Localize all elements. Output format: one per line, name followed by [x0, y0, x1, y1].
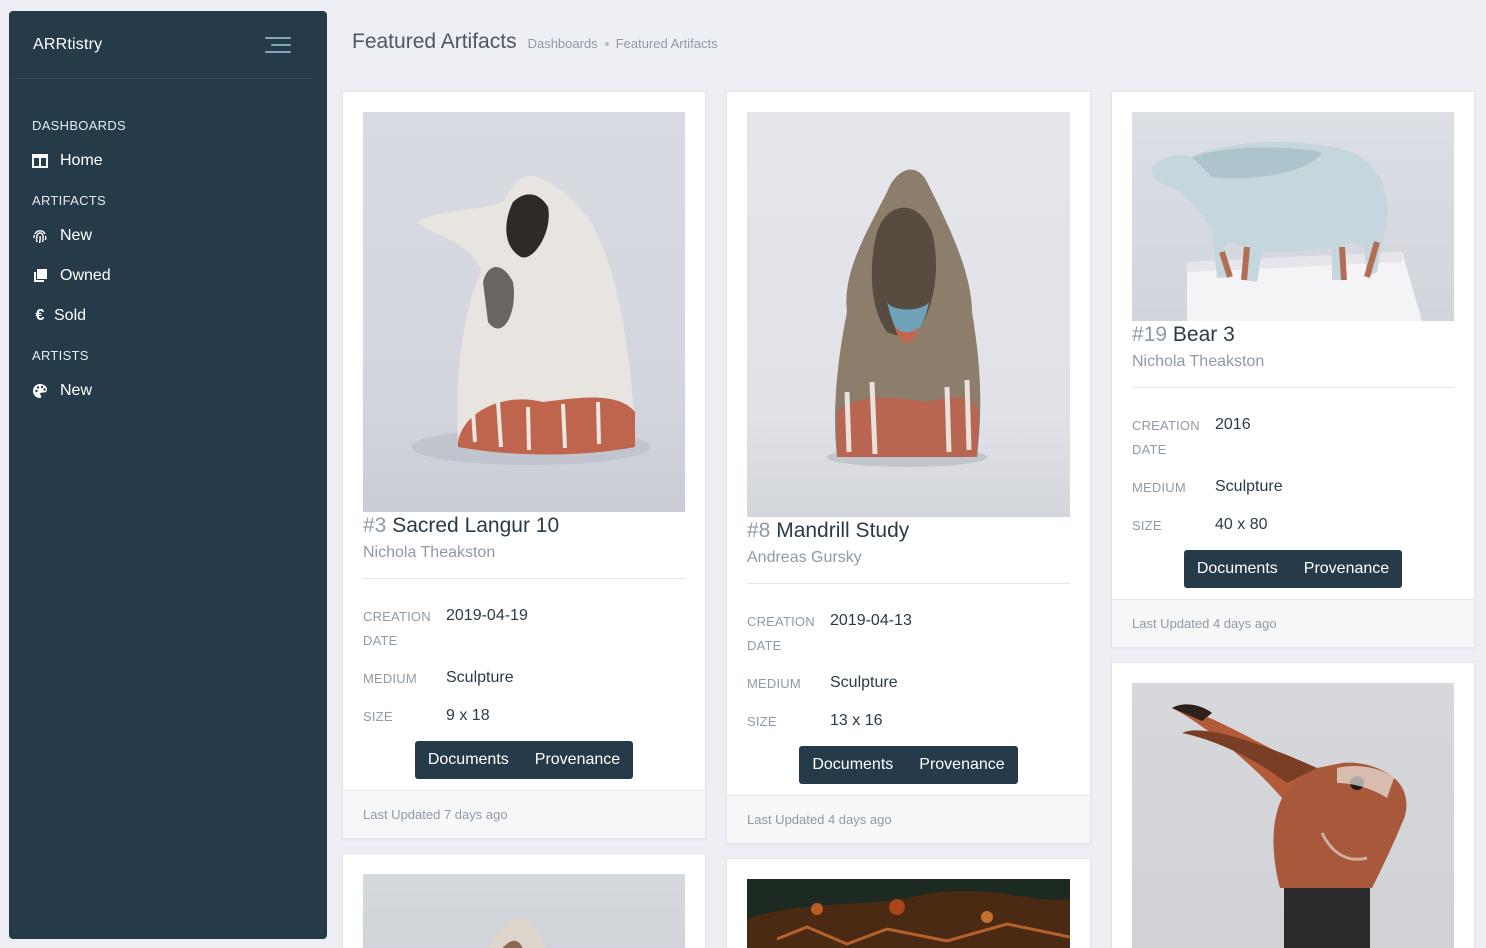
sidebar-item-label: Home	[60, 152, 103, 169]
prop-creation-date: CREATION DATE 2019-04-19	[363, 605, 685, 653]
artifact-number: #19	[1132, 323, 1168, 346]
artifact-image[interactable]	[1132, 112, 1454, 321]
prop-value: 2019-04-19	[446, 607, 528, 624]
euro-icon: €	[35, 307, 45, 324]
artifact-name: Sacred Langur 10	[392, 514, 560, 537]
artifact-card: #3 Sacred Langur 10 Nichola Theakston CR…	[342, 91, 706, 839]
sidebar-item-label: Sold	[54, 307, 87, 324]
prop-label: MEDIUM	[363, 671, 417, 686]
columns-icon	[32, 153, 48, 169]
artifact-title[interactable]: #3 Sacred Langur 10	[363, 514, 685, 538]
artifact-number: #8	[747, 519, 771, 542]
artifact-card	[726, 858, 1091, 948]
clone-icon	[32, 268, 48, 284]
nav-heading-artists: ARTISTS	[32, 348, 89, 363]
breadcrumb-featured-artifacts[interactable]: Featured Artifacts	[616, 36, 718, 51]
prop-label: SIZE	[747, 714, 777, 729]
artifact-actions: Documents Provenance	[747, 746, 1070, 784]
sidebar-item-sold[interactable]: € Sold	[9, 296, 327, 336]
nav-section-dashboards: DASHBOARDS Home	[9, 118, 327, 181]
sidebar-item-label: New	[60, 227, 93, 244]
nav-heading-artifacts: ARTIFACTS	[32, 193, 106, 208]
prop-value: 9 x 18	[446, 707, 490, 724]
artifact-card	[342, 853, 706, 948]
artifact-image[interactable]	[747, 112, 1070, 517]
breadcrumb-separator	[604, 41, 609, 46]
artifact-name: Mandrill Study	[776, 519, 910, 542]
artifact-actions: Documents Provenance	[1132, 550, 1454, 588]
artifact-title[interactable]: #19 Bear 3	[1132, 323, 1454, 347]
prop-medium: MEDIUM Sculpture	[1132, 476, 1454, 500]
prop-value: Sculpture	[446, 669, 514, 686]
artifact-image[interactable]	[363, 874, 685, 948]
artifact-image[interactable]	[747, 879, 1070, 948]
prop-creation-date: CREATION DATE 2016	[1132, 414, 1454, 462]
page-title: Featured Artifacts	[352, 30, 517, 53]
documents-button[interactable]: Documents	[415, 741, 522, 779]
artifact-properties: CREATION DATE 2019-04-19 MEDIUM Sculpture…	[363, 605, 685, 729]
card-footer: Last Updated 4 days ago	[1112, 599, 1474, 647]
prop-size: SIZE 40 x 80	[1132, 514, 1454, 538]
artifact-properties: CREATION DATE 2016 MEDIUM Sculpture SIZE …	[1132, 414, 1454, 538]
prop-medium: MEDIUM Sculpture	[363, 667, 685, 691]
prop-label: CREATION DATE	[1132, 418, 1200, 457]
sidebar-item-owned[interactable]: Owned	[9, 256, 327, 296]
prop-label: SIZE	[1132, 518, 1162, 533]
sidebar-item-home[interactable]: Home	[9, 141, 327, 181]
sidebar-item-new-artifact[interactable]: New	[9, 216, 327, 256]
artifact-properties: CREATION DATE 2019-04-13 MEDIUM Sculpture…	[747, 610, 1070, 734]
provenance-button[interactable]: Provenance	[906, 746, 1017, 784]
sidebar-brand: ARRtistry	[9, 11, 313, 79]
card-footer: Last Updated 4 days ago	[727, 795, 1090, 843]
artifact-card: #8 Mandrill Study Andreas Gursky CREATIO…	[726, 91, 1091, 844]
prop-size: SIZE 9 x 18	[363, 705, 685, 729]
card-footer: Last Updated 7 days ago	[343, 790, 705, 838]
artifact-artist[interactable]: Nichola Theakston	[1132, 353, 1454, 388]
prop-size: SIZE 13 x 16	[747, 710, 1070, 734]
brand-name[interactable]: ARRtistry	[33, 36, 102, 54]
artifact-number: #3	[363, 514, 387, 537]
artifact-card: #19 Bear 3 Nichola Theakston CREATION DAT…	[1111, 91, 1475, 648]
prop-label: MEDIUM	[747, 676, 801, 691]
prop-label: MEDIUM	[1132, 480, 1186, 495]
prop-label: SIZE	[363, 709, 393, 724]
sidebar-item-label: Owned	[60, 267, 111, 284]
documents-button[interactable]: Documents	[1184, 550, 1291, 588]
prop-medium: MEDIUM Sculpture	[747, 672, 1070, 696]
prop-creation-date: CREATION DATE 2019-04-13	[747, 610, 1070, 658]
artifact-name: Bear 3	[1172, 323, 1235, 346]
artifact-image[interactable]	[363, 112, 685, 512]
artifact-title[interactable]: #8 Mandrill Study	[747, 519, 1070, 543]
artifact-artist[interactable]: Nichola Theakston	[363, 544, 685, 579]
provenance-button[interactable]: Provenance	[1291, 550, 1402, 588]
prop-value: Sculpture	[830, 674, 898, 691]
fingerprint-icon	[32, 228, 48, 244]
nav-section-artifacts: ARTIFACTS New Owned € Sold	[9, 193, 327, 336]
breadcrumb: Dashboards Featured Artifacts	[528, 36, 718, 51]
breadcrumb-dashboards[interactable]: Dashboards	[528, 36, 598, 51]
prop-value: Sculpture	[1215, 478, 1283, 495]
provenance-button[interactable]: Provenance	[522, 741, 633, 779]
prop-value: 2016	[1215, 416, 1251, 433]
prop-label: CREATION DATE	[747, 614, 815, 653]
nav-section-artists: ARTISTS New	[9, 348, 327, 411]
artifact-actions: Documents Provenance	[363, 741, 685, 779]
page-header: Featured Artifacts Dashboards Featured A…	[352, 30, 718, 54]
hamburger-menu-icon[interactable]	[265, 35, 291, 55]
prop-value: 2019-04-13	[830, 612, 912, 629]
sidebar: ARRtistry DASHBOARDS Home ARTIFACTS New …	[9, 11, 327, 939]
artifact-card	[1111, 662, 1475, 948]
artifact-artist[interactable]: Andreas Gursky	[747, 549, 1070, 584]
nav-heading-dashboards: DASHBOARDS	[32, 118, 127, 133]
sidebar-item-new-artist[interactable]: New	[9, 371, 327, 411]
prop-value: 40 x 80	[1215, 516, 1268, 533]
artifact-image[interactable]	[1132, 683, 1454, 948]
sidebar-item-label: New	[60, 382, 93, 399]
prop-value: 13 x 16	[830, 712, 883, 729]
prop-label: CREATION DATE	[363, 609, 431, 648]
palette-icon	[32, 383, 48, 399]
documents-button[interactable]: Documents	[799, 746, 906, 784]
